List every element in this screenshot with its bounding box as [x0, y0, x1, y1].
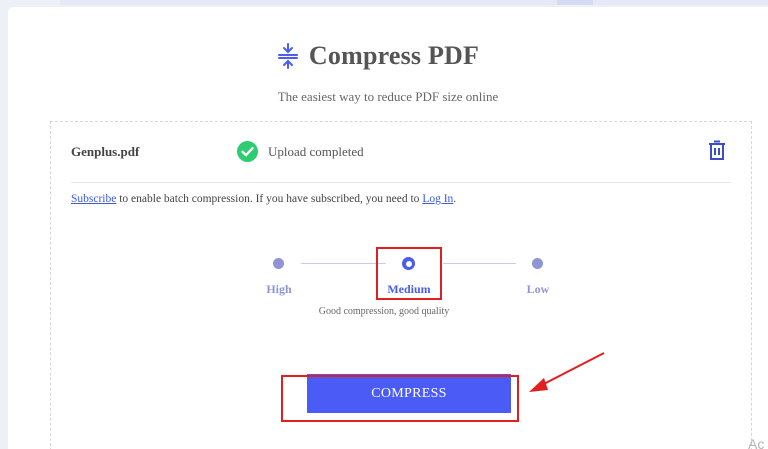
subscribe-link[interactable]: Subscribe — [71, 193, 116, 205]
level-high-dot[interactable] — [273, 258, 284, 269]
divider — [71, 182, 731, 183]
level-high-label[interactable]: High — [254, 282, 304, 297]
red-arrow-icon — [529, 352, 605, 392]
notice-text: to enable batch compression. If you have… — [116, 193, 423, 205]
top-strip — [60, 0, 768, 5]
medium-highlight-box — [376, 247, 442, 300]
upload-status: Upload completed — [237, 141, 364, 162]
upload-status-text: Upload completed — [268, 143, 364, 159]
file-name: Genplus.pdf — [71, 144, 140, 159]
level-track-left — [301, 263, 386, 264]
page-title: Compress PDF — [308, 41, 480, 70]
login-link[interactable]: Log In — [422, 193, 453, 205]
check-circle-icon — [237, 141, 258, 162]
file-row: Genplus.pdf Upload completed — [51, 122, 751, 182]
page-subtitle: The easiest way to reduce PDF size onlin… — [277, 89, 499, 104]
level-hint: Good compression, good quality — [318, 306, 450, 317]
notice-end: . — [453, 193, 457, 205]
compress-highlight-box — [281, 375, 519, 422]
level-low-label[interactable]: Low — [513, 282, 563, 297]
level-track-right — [443, 263, 516, 264]
watermark-text: Ac — [748, 436, 765, 449]
compress-icon — [277, 43, 298, 69]
page-header: Compress PDF — [8, 41, 768, 71]
top-strip-accent — [557, 0, 593, 5]
level-low-dot[interactable] — [532, 258, 543, 269]
batch-notice: Subscribe to enable batch compression. I… — [71, 193, 456, 205]
trash-icon[interactable] — [708, 140, 726, 160]
